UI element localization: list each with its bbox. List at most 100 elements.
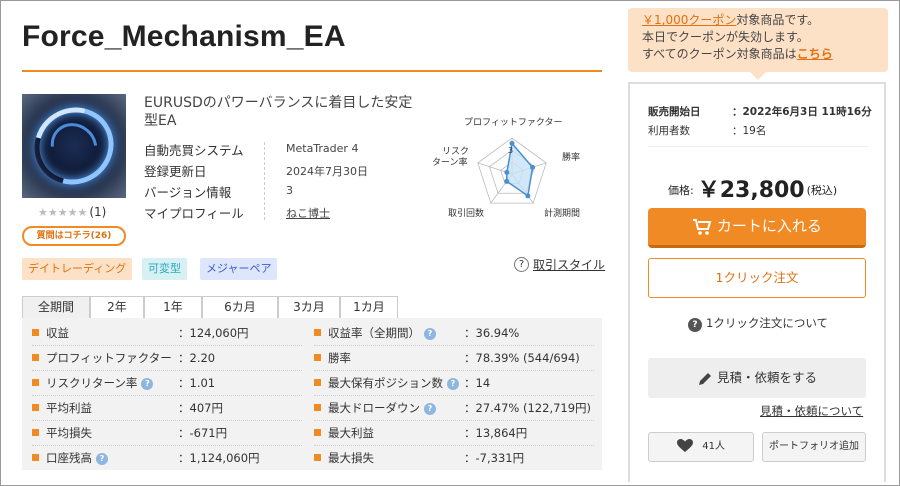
bullet-icon xyxy=(314,354,321,361)
spec-value: MetaTrader 4 xyxy=(286,142,359,155)
tab-6-months[interactable]: 6カ月 xyxy=(202,296,278,318)
coupon-line-3: すべてのクーポン対象商品はこちら xyxy=(642,46,888,63)
stat-key: プロフィットファクター xyxy=(46,351,172,365)
spec-key: マイプロフィール xyxy=(144,206,244,221)
price-label: 価格: xyxy=(668,184,694,197)
stat-value: ：27.47% (122,719円) xyxy=(464,401,592,415)
stat-key: 最大利益 xyxy=(328,426,374,440)
profile-link[interactable]: ねこ博士 xyxy=(286,205,330,221)
radar-point xyxy=(530,164,536,170)
tab-1-year[interactable]: 1年 xyxy=(144,296,202,318)
bullet-icon xyxy=(314,329,321,336)
stat-key: 勝率 xyxy=(328,351,351,365)
stat-value: ：407円 xyxy=(178,401,223,415)
users-label: 利用者数 xyxy=(648,125,690,137)
radar-label-risk-2: ターン率 xyxy=(432,156,468,168)
help-icon[interactable]: ? xyxy=(424,403,436,415)
quote-info-link[interactable]: 見積・依頼について xyxy=(760,403,863,419)
radar-center-number: 3 xyxy=(508,146,513,155)
tab-2-years[interactable]: 2年 xyxy=(90,296,144,318)
coupon-notice: ￥1,000クーポン対象商品です。 本日でクーポンが失効します。 すべてのクーポ… xyxy=(628,8,888,72)
stat-max-positions: 最大保有ポジション数? ：14 xyxy=(314,374,594,394)
tab-all-period[interactable]: 全期間 xyxy=(22,296,90,318)
sale-start-value: ：2022年6月3日 11時16分 xyxy=(732,106,872,118)
coupon-link[interactable]: こちら xyxy=(797,47,833,61)
product-thumbnail[interactable] xyxy=(22,94,126,198)
radar-label-trades: 取引回数 xyxy=(448,207,484,219)
quote-request-label: 見積・依頼をする xyxy=(716,370,817,385)
coupon-line-2: 本日でクーポンが失効します。 xyxy=(642,30,809,44)
quote-request-button[interactable]: 見積・依頼をする xyxy=(648,358,866,398)
row-divider xyxy=(314,395,594,396)
bullet-icon xyxy=(314,454,321,461)
stat-key: 平均利益 xyxy=(46,401,92,415)
stat-return-rate: 収益率（全期間）? ：36.94% xyxy=(314,324,594,344)
stats-table: 収益 ：124,060円 プロフィットファクター ：2.20 リスクリターン率?… xyxy=(22,318,602,470)
bullet-icon xyxy=(32,379,39,386)
trading-style-link[interactable]: ? 取引スタイル xyxy=(514,256,605,273)
help-icon[interactable]: ? xyxy=(96,453,108,465)
radar-label-risk-1: リスク xyxy=(442,146,469,157)
stat-key: 最大損失 xyxy=(328,451,374,465)
price: 価格: ￥23,800 (税込) xyxy=(668,172,837,204)
bullet-icon xyxy=(32,454,39,461)
price-tax: (税込) xyxy=(806,184,838,197)
tag-day-trading[interactable]: デイトレーディング xyxy=(22,258,133,280)
title-divider xyxy=(22,70,602,72)
pen-icon xyxy=(699,372,711,385)
stat-value: ：14 xyxy=(464,376,491,390)
spec-row-version: バージョン情報 3 xyxy=(144,182,444,202)
coupon-highlight[interactable]: ￥1,000クーポン xyxy=(642,13,736,27)
stat-value: ：-671円 xyxy=(178,426,228,440)
row-divider xyxy=(32,345,302,346)
coupon-line-1-text: 対象商品です。 xyxy=(736,13,820,27)
stat-key: 最大ドローダウン? xyxy=(328,400,436,416)
stat-value: ：1.01 xyxy=(178,376,216,390)
row-divider xyxy=(314,345,594,346)
row-divider xyxy=(32,395,302,396)
spec-row-updated: 登録更新日 2024年7月30日 xyxy=(144,161,444,181)
add-portfolio-button[interactable]: ポートフォリオ追加 xyxy=(762,432,866,462)
tag-variable[interactable]: 可変型 xyxy=(142,258,187,280)
stat-key: 平均損失 xyxy=(46,426,92,440)
add-to-cart-button[interactable]: カートに入れる xyxy=(648,208,866,248)
one-click-help-label: 1クリック注文について xyxy=(706,316,828,330)
like-button[interactable]: 41人 xyxy=(648,432,754,462)
spec-row-profile: マイプロフィール ねこ博士 xyxy=(144,203,444,223)
row-divider xyxy=(32,420,302,421)
like-count: 41人 xyxy=(702,441,725,452)
rating-stars: ★★★★★ xyxy=(38,206,88,219)
rating-count: (1) xyxy=(89,205,107,219)
stat-key-text: 口座残高 xyxy=(46,451,92,465)
stat-max-drawdown: 最大ドローダウン? ：27.47% (122,719円) xyxy=(314,399,594,419)
bullet-icon xyxy=(32,329,39,336)
cart-icon xyxy=(693,218,712,235)
heart-icon xyxy=(677,439,694,452)
tab-1-month[interactable]: 1カ月 xyxy=(340,296,398,318)
stat-key: 口座残高? xyxy=(46,450,108,466)
sale-start-label: 販売開始日 xyxy=(648,106,701,118)
one-click-order-button[interactable]: 1クリック注文 xyxy=(648,258,866,298)
spec-value: 2024年7月30日 xyxy=(286,165,368,178)
tab-3-months[interactable]: 3カ月 xyxy=(278,296,340,318)
help-icon[interactable]: ? xyxy=(141,378,154,390)
row-divider xyxy=(32,445,302,446)
row-divider xyxy=(314,370,594,371)
page-title: Force_Mechanism_EA xyxy=(22,20,346,53)
stat-key: リスクリターン率? xyxy=(46,375,154,391)
stat-account-balance: 口座残高? ：1,124,060円 xyxy=(32,449,302,469)
stat-key: 収益 xyxy=(46,326,69,340)
radar-point xyxy=(504,169,510,175)
radar-point xyxy=(504,178,510,184)
stat-profit-factor: プロフィットファクター ：2.20 xyxy=(32,349,302,369)
one-click-help-link[interactable]: ? 1クリック注文について xyxy=(688,315,828,332)
help-icon[interactable]: ? xyxy=(424,328,436,340)
radar-label-period: 計測期間 xyxy=(544,207,580,219)
help-icon[interactable]: ? xyxy=(447,378,459,390)
question-button[interactable]: 質問はコチラ(26) xyxy=(22,226,126,246)
radar-point xyxy=(525,193,531,199)
bullet-icon xyxy=(32,404,39,411)
stat-key: 収益率（全期間）? xyxy=(328,325,436,341)
tag-major-pair[interactable]: メジャーペア xyxy=(200,258,278,280)
radar-label-profit-factor: プロフィットファクター xyxy=(464,117,562,128)
